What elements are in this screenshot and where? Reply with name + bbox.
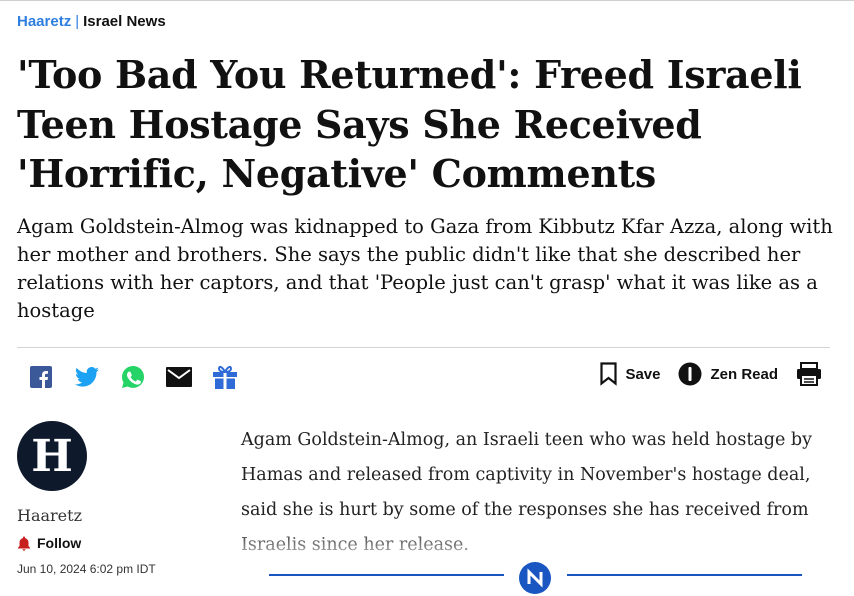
author-avatar[interactable]: H <box>17 421 87 491</box>
loader-line-right <box>567 574 802 576</box>
publish-date: Jun 10, 2024 6:02 pm IDT <box>17 562 156 576</box>
bell-icon <box>18 536 30 551</box>
print-icon <box>797 362 821 386</box>
email-icon[interactable] <box>166 364 192 390</box>
loading-spinner-icon <box>519 562 551 594</box>
zen-read-button[interactable]: Zen Read <box>678 362 778 386</box>
breadcrumb-separator: | <box>75 13 80 30</box>
article-headline: 'Too Bad You Returned': Freed Israeli Te… <box>17 52 802 196</box>
breadcrumb: Haaretz | Israel News <box>17 13 166 30</box>
zen-read-label: Zen Read <box>710 365 778 383</box>
whatsapp-icon[interactable] <box>120 364 146 390</box>
facebook-icon[interactable] <box>28 364 54 390</box>
author-name[interactable]: Haaretz <box>17 506 82 525</box>
twitter-icon[interactable] <box>74 364 100 390</box>
follow-label: Follow <box>37 535 82 551</box>
breadcrumb-section-link[interactable]: Israel News <box>83 13 166 30</box>
loader-line-left <box>269 574 504 576</box>
article-subtitle: Agam Goldstein-Almog was kidnapped to Ga… <box>17 215 833 322</box>
follow-button[interactable]: Follow <box>17 535 81 551</box>
save-label: Save <box>625 365 661 383</box>
bookmark-icon <box>600 362 618 386</box>
divider <box>17 347 830 348</box>
top-border <box>0 0 854 1</box>
gift-icon[interactable] <box>212 364 238 390</box>
print-button[interactable] <box>796 362 822 386</box>
breadcrumb-brand-link[interactable]: Haaretz <box>17 13 71 30</box>
save-button[interactable]: Save <box>600 362 660 386</box>
zen-read-icon <box>678 362 702 386</box>
article-actions: Save Zen Read <box>600 362 822 386</box>
share-bar <box>28 364 238 390</box>
